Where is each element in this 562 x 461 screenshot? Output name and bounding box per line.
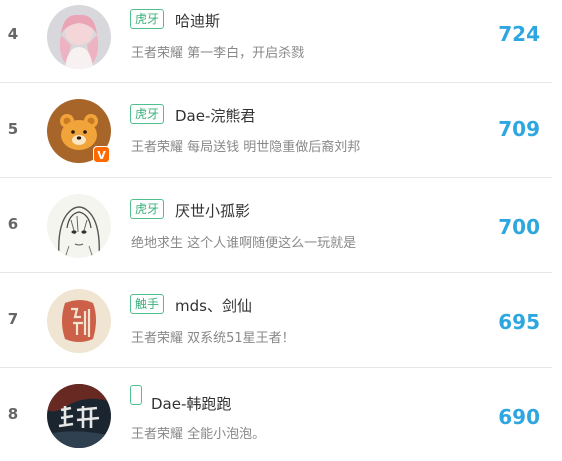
- list-item[interactable]: 5 V 虎牙 Dae-浣熊君 王者荣耀 每局送钱 明世隐重做后裔刘邦 709: [0, 84, 552, 178]
- score-value: 695: [498, 310, 540, 334]
- list-item[interactable]: 8 Dae-韩跑跑 王者荣耀 全能小泡泡。 690: [0, 369, 552, 461]
- platform-tag: [130, 385, 142, 405]
- stream-description: 王者荣耀 第一李白，开启杀戮: [131, 46, 305, 61]
- streamer-name[interactable]: Dae-浣熊君: [175, 105, 255, 126]
- avatar[interactable]: [47, 194, 111, 258]
- score-value: 690: [498, 405, 540, 429]
- streamer-name[interactable]: mds、剑仙: [175, 295, 252, 316]
- calligraphy-avatar-image: [47, 384, 111, 448]
- platform-tag: 虎牙: [130, 104, 165, 124]
- platform-tag: 虎牙: [130, 199, 165, 219]
- anime-girl-avatar-image: [47, 5, 111, 69]
- verified-badge-icon: V: [93, 146, 110, 163]
- stream-description: 王者荣耀 全能小泡泡。: [131, 427, 266, 442]
- platform-tag: 触手: [130, 294, 165, 314]
- streamer-name[interactable]: 厌世小孤影: [175, 200, 250, 221]
- avatar[interactable]: [47, 5, 111, 69]
- list-item[interactable]: 4 虎牙 哈迪斯 王者荣耀 第一李白，开启杀戮 724: [0, 0, 552, 83]
- streamer-name[interactable]: Dae-韩跑跑: [151, 393, 231, 414]
- list-item[interactable]: 7 触手 mds、剑仙 王者荣耀 双系统51星王者！ 695: [0, 274, 552, 368]
- avatar[interactable]: [47, 384, 111, 448]
- sketch-hood-avatar-image: [47, 194, 111, 258]
- stream-description: 绝地求生 这个人谁啊随便这么一玩就是: [131, 236, 357, 251]
- list-item[interactable]: 6 虎牙 厌世小孤影 绝地求生 这个人谁啊随便这么一玩就是 700: [0, 179, 552, 273]
- stream-description: 王者荣耀 双系统51星王者！: [131, 331, 295, 346]
- rank-number: 4: [7, 25, 19, 43]
- score-value: 700: [498, 215, 540, 239]
- rank-number: 7: [7, 310, 19, 328]
- rank-number: 5: [7, 120, 19, 138]
- score-value: 709: [498, 117, 540, 141]
- avatar[interactable]: [47, 289, 111, 353]
- rank-number: 8: [7, 405, 19, 423]
- rank-number: 6: [7, 215, 19, 233]
- platform-tag: 虎牙: [130, 9, 165, 29]
- stream-description: 王者荣耀 每局送钱 明世隐重做后裔刘邦: [131, 140, 361, 155]
- seal-stamp-avatar-image: [47, 289, 111, 353]
- streamer-name[interactable]: 哈迪斯: [175, 10, 220, 31]
- score-value: 724: [498, 22, 540, 46]
